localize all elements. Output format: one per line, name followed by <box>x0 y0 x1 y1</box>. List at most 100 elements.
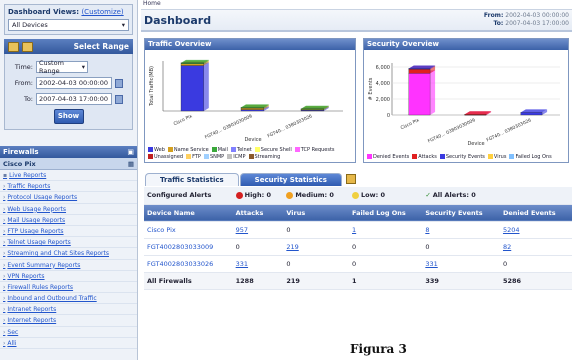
from-date-row: From: 2002-04-03 00:00:00 <box>484 12 569 20</box>
device-header[interactable]: Cisco Pix ▦ <box>0 158 137 170</box>
sidebar-item-label: Intranet Reports <box>7 306 57 314</box>
bar <box>300 108 324 110</box>
show-button[interactable]: Show <box>53 109 84 124</box>
y-tick-label: 4,000 <box>376 81 390 87</box>
high-alerts[interactable]: High: 0 <box>232 187 284 205</box>
to-label: To: <box>23 95 33 103</box>
sidebar-item[interactable]: › Intranet Reports <box>0 304 137 316</box>
legend-label: Telnet <box>236 147 252 153</box>
sidebar: Dashboard Views: (Customize) All Devices… <box>0 0 138 360</box>
dashboard-views-label: Dashboard Views: (Customize) <box>8 8 129 16</box>
traffic-legend-item: ICMP <box>227 153 246 161</box>
legend-swatch <box>230 147 236 152</box>
export-icon[interactable] <box>345 174 356 184</box>
figure-caption: Figura 3 <box>350 342 407 356</box>
tab-traffic-statistics[interactable]: Traffic Statistics <box>145 173 239 186</box>
cell-virus: 0 <box>283 255 350 273</box>
from-date-value: 2002-04-03 00:00:00 <box>505 12 569 19</box>
sidebar-item-label: Streaming and Chat Sites Reports <box>7 250 109 258</box>
sidebar-item-label: Event Summary Reports <box>7 261 81 269</box>
cell-security-events[interactable]: 331 <box>422 255 500 273</box>
legend-swatch <box>254 147 260 152</box>
device-link[interactable]: Cisco Pix <box>144 221 233 239</box>
from-label: From: <box>14 79 33 87</box>
device-link[interactable]: FGT4002803033009 <box>144 238 233 256</box>
sidebar-item[interactable]: › Internet Reports <box>0 315 137 327</box>
sidebar-item[interactable]: › Firewall Rules Reports <box>0 282 137 294</box>
from-input[interactable]: 2002-04-03 00:00:00 <box>36 77 112 89</box>
select-range-body: Time: Custom Range ▾ From: 2002-04-03 00:… <box>4 54 133 130</box>
sidebar-item[interactable]: › Traffic Reports <box>0 181 137 193</box>
time-select[interactable]: Custom Range ▾ <box>36 59 88 75</box>
legend-swatch <box>186 153 192 159</box>
high-alerts-text: High: 0 <box>244 191 271 200</box>
bullet-icon: › <box>3 216 6 224</box>
sidebar-item[interactable]: › Mail Usage Reports <box>0 215 137 226</box>
col-failed-logons[interactable]: Failed Log Ons <box>349 204 423 222</box>
sidebar-item[interactable]: › Telnet Usage Reports <box>0 237 137 249</box>
table-row: FGT4002803033009 0 219 0 0 82 <box>144 238 572 256</box>
calendar-icon[interactable] <box>8 41 19 52</box>
sidebar-item[interactable]: › VPN Reports <box>0 271 137 282</box>
medium-alerts[interactable]: Medium: 0 <box>283 187 350 205</box>
sidebar-item[interactable]: ▪ Live Reports <box>0 170 137 182</box>
legend-label: Mail <box>217 147 228 153</box>
time-row: Time: Custom Range ▾ <box>9 59 128 75</box>
tab-security-statistics[interactable]: Security Statistics <box>239 173 342 186</box>
sidebar-item[interactable]: › Web Usage Reports <box>0 204 137 215</box>
x-axis-label: Device <box>244 137 261 141</box>
y-tick-label: 2,000 <box>376 97 390 103</box>
date-range: From: 2002-04-03 00:00:00 To: 2007-04-03… <box>484 12 569 28</box>
col-attacks[interactable]: Attacks <box>232 204 284 222</box>
breadcrumb[interactable]: Home <box>141 0 572 10</box>
low-alerts[interactable]: Low: 0 <box>349 187 423 205</box>
sidebar-item[interactable]: › Alli <box>0 338 137 349</box>
col-security-events[interactable]: Security Events <box>422 204 500 222</box>
sidebar-item[interactable]: › Sec <box>0 327 137 338</box>
clock-icon[interactable] <box>22 41 33 52</box>
security-legend-item: Security Events <box>439 153 485 161</box>
sidebar-item[interactable]: › FTP Usage Reports <box>0 226 137 238</box>
sidebar-item[interactable]: › Event Summary Reports <box>0 260 137 271</box>
sidebar-item[interactable]: › Inbound and Outbound Traffic <box>0 293 137 305</box>
col-device-name[interactable]: Device Name <box>144 204 233 222</box>
cell-virus[interactable]: 219 <box>283 238 350 256</box>
device-select[interactable]: All Devices ▾ <box>8 19 129 31</box>
cell-attacks: 0 <box>232 238 284 256</box>
total-row: All Firewalls 1288 219 1 339 5286 <box>144 272 572 290</box>
cell-attacks[interactable]: 957 <box>232 221 284 239</box>
legend-swatch <box>148 153 153 159</box>
cell-failed-logons[interactable]: 1 <box>349 221 423 239</box>
security-legend-item: Attacks <box>412 153 437 161</box>
device-name: Cisco Pix <box>3 159 36 168</box>
to-date-row: To: 2007-04-03 17:00:00 <box>484 20 569 28</box>
alerts-row: Configured Alerts High: 0 Medium: 0 Low:… <box>144 187 572 205</box>
col-virus[interactable]: Virus <box>283 204 350 222</box>
app-root: Dashboard Views: (Customize) All Devices… <box>0 0 572 360</box>
legend-swatch <box>227 153 233 159</box>
firewalls-header[interactable]: Firewalls ▣ <box>0 146 137 158</box>
col-denied-events[interactable]: Denied Events <box>499 204 572 222</box>
total-label: All Firewalls <box>144 272 233 290</box>
sidebar-item[interactable]: › Protocol Usage Reports <box>0 192 137 204</box>
collapse-icon[interactable]: ▣ <box>127 148 134 156</box>
settings-icon[interactable]: ▦ <box>128 160 134 168</box>
traffic-legend-item: TCP Requests <box>294 147 335 154</box>
cell-denied-events[interactable]: 5204 <box>499 221 572 239</box>
cell-security-events[interactable]: 8 <box>422 221 500 239</box>
calendar-icon[interactable] <box>115 78 123 88</box>
calendar-icon[interactable] <box>115 94 123 104</box>
device-link[interactable]: FGT4002803033026 <box>144 255 233 273</box>
legend-swatch <box>211 147 217 152</box>
to-input[interactable]: 2007-04-03 17:00:00 <box>36 93 112 105</box>
all-alerts[interactable]: ✓ All Alerts: 0 <box>422 187 572 205</box>
chevron-down-icon: ▾ <box>121 21 125 29</box>
report-list: ▪ Live Reports › Traffic Reports › Protocol… <box>0 170 137 349</box>
cell-attacks[interactable]: 331 <box>232 255 284 273</box>
device-select-value: All Devices <box>12 21 48 29</box>
customize-link[interactable]: (Customize) <box>81 8 123 16</box>
sidebar-item-label: Live Reports <box>9 172 47 179</box>
sidebar-item[interactable]: › Streaming and Chat Sites Reports <box>0 248 137 260</box>
bullet-icon: › <box>3 328 6 336</box>
cell-denied-events[interactable]: 82 <box>499 238 572 256</box>
